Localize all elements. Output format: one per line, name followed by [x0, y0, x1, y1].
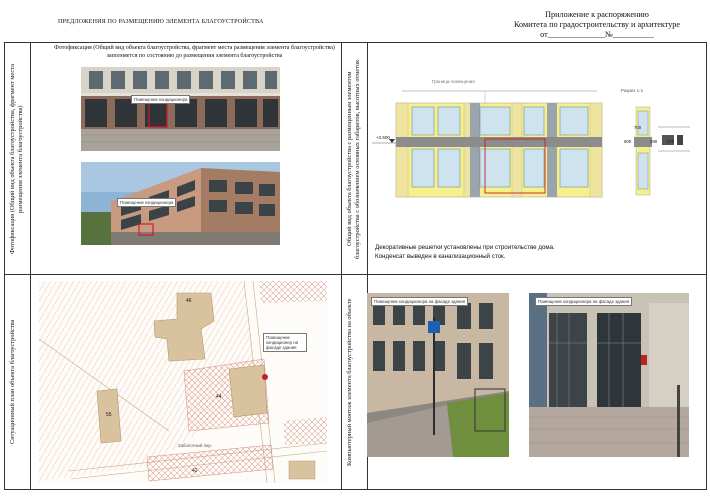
ac-callout: Помещение кондиционера: [117, 198, 177, 207]
montage-panel: Компьютерный монтаж элемента благоустрой…: [341, 274, 707, 490]
appendix-block: Приложение к распоряжению Комитета по гр…: [502, 10, 692, 40]
facade-drawing: [372, 90, 690, 198]
page-title: ПРЕДЛОЖЕНИЯ ПО РАЗМЕЩЕНИЮ ЭЛЕМЕНТА БЛАГО…: [58, 18, 264, 25]
ac-callout: Помещение кондиционера на фасаде здания: [371, 297, 469, 306]
building-number: 46: [186, 298, 192, 304]
dim-label: 700: [634, 125, 642, 130]
building-number: 55: [106, 412, 112, 418]
note-line: Декоративные решетки установлены при стр…: [375, 244, 555, 251]
plan-panel: Ситуационный план объекта благоустройств…: [4, 274, 353, 490]
situational-plan-map: [39, 281, 327, 483]
appendix-line: Комитета по градостроительству и архитек…: [513, 20, 681, 29]
ac-callout: Помещение кондиционер на фасаде здания: [263, 333, 307, 352]
appendix-line: Приложение к распоряжению: [545, 10, 649, 19]
building-number: 44: [216, 394, 222, 400]
dim-label: 270: [667, 139, 675, 144]
elevation-label: +2.500: [376, 135, 390, 140]
facade-photo-2-image: [81, 162, 280, 245]
montage-side-label: Компьютерный монтаж элемента благоустрой…: [346, 298, 353, 466]
divider: [367, 43, 368, 275]
ac-callout: Помещение кондиционера на фасаде здания: [535, 297, 633, 306]
building-number: 42: [192, 468, 198, 474]
montage-photo-2-image: [529, 293, 689, 457]
montage-photo-2: Помещение кондиционера на фасаде здания: [529, 293, 689, 457]
facade-note: Декоративные решетки установлены при стр…: [375, 243, 695, 261]
note-line: Конденсат выведен в канализационный сток…: [375, 253, 506, 260]
facade-photo-2: Помещение кондиционера: [81, 162, 280, 245]
divider: [30, 43, 31, 275]
photo-panel: Фотофиксация (Общий вид объекта благоуст…: [4, 42, 353, 276]
plan-side-label: Ситуационный план объекта благоустройств…: [9, 319, 16, 445]
photo-caption: Фотофиксация (Общий вид объекта благоуст…: [54, 45, 335, 59]
appendix-line: от______________№__________: [540, 30, 654, 39]
montage-photo-1: Помещение кондиционера на фасаде здания: [367, 293, 509, 457]
dim-label: 290: [650, 139, 658, 144]
photo-side-label: Фотофиксация (Общий вид объекта благоуст…: [9, 64, 24, 254]
divider: [30, 275, 31, 489]
montage-photo-1-image: [367, 293, 509, 457]
facade-panel: Общий вид объекта благоустройства с разм…: [341, 42, 707, 276]
dim-label: 600: [624, 139, 632, 144]
facade-photo-1-image: [81, 67, 280, 151]
premises-label: Граница помещения: [432, 79, 475, 84]
facade-photo-1: Помещение кондиционера: [81, 67, 280, 151]
section-label: Разрез 1-1: [621, 88, 644, 93]
ac-callout: Помещение кондиционера: [131, 95, 191, 104]
street-name: Заболотный пер.: [178, 443, 212, 448]
facade-side-label: Общий вид объекта благоустройства с разм…: [346, 59, 361, 259]
